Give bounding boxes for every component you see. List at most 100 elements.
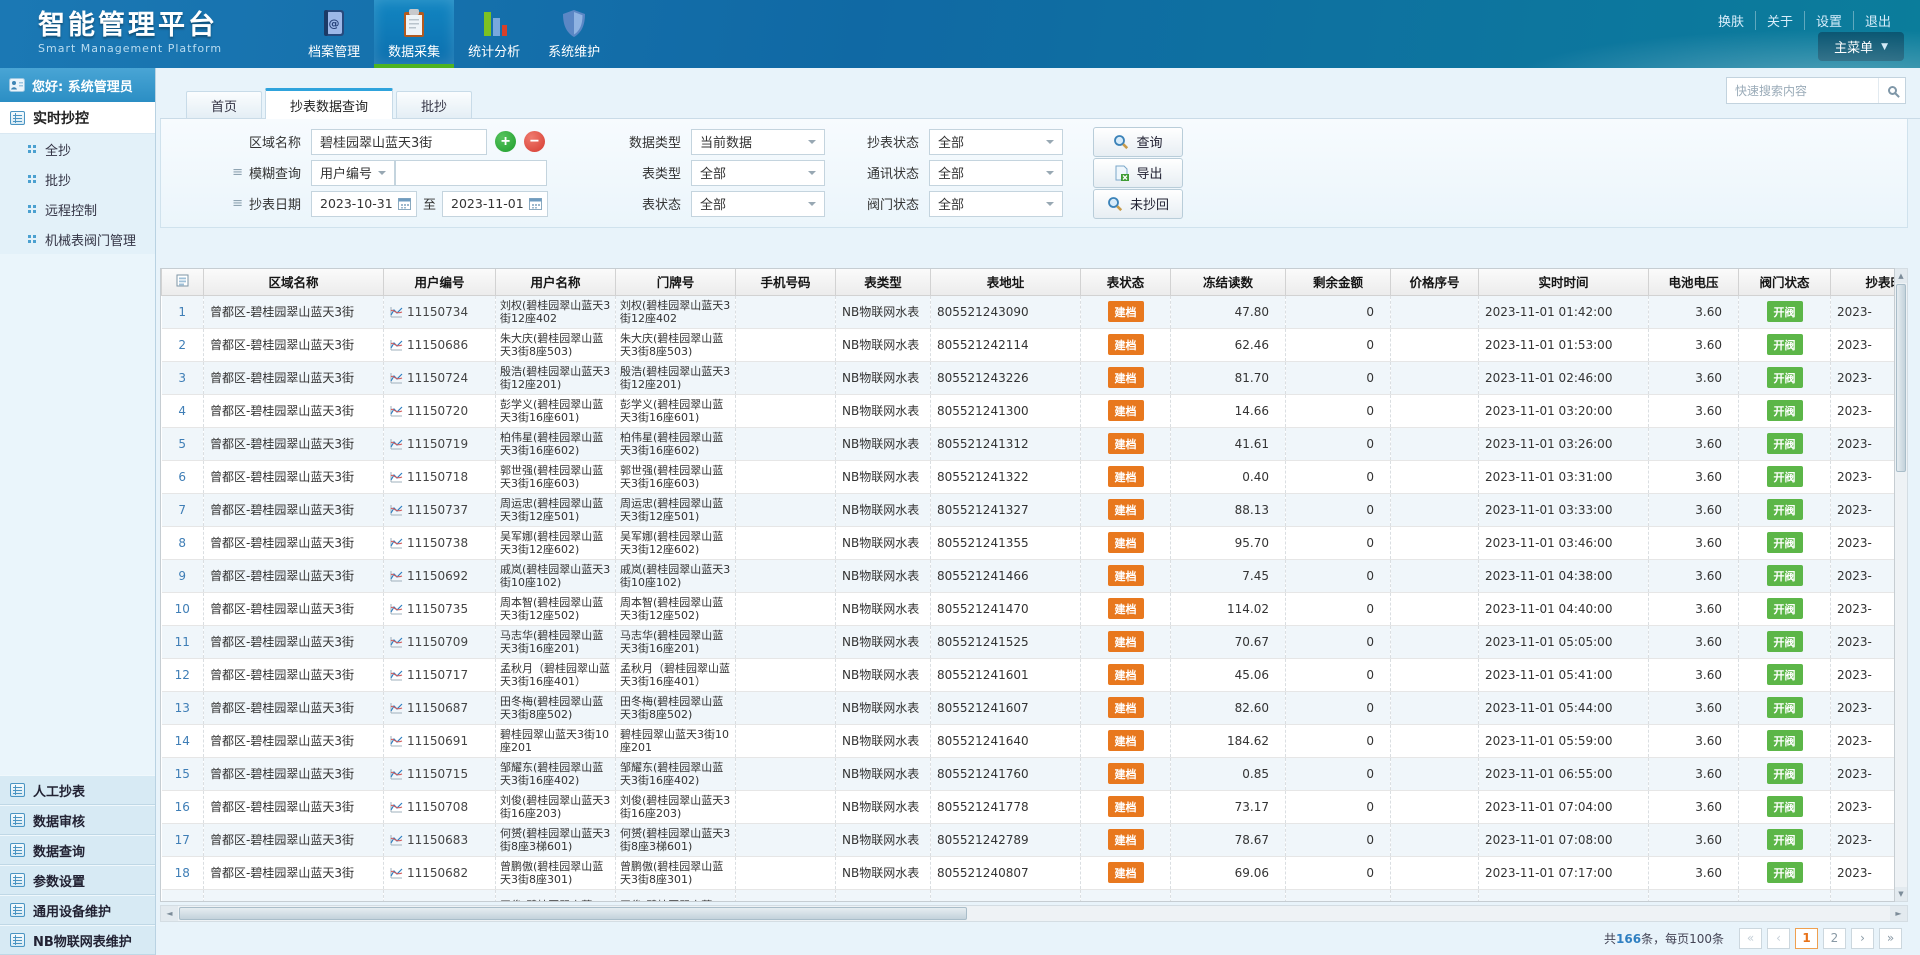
table-row[interactable]: 9曾都区-碧桂园翠山蓝天3街11150692戚岚(碧桂园翠山蓝天3街10座102… xyxy=(162,559,1896,592)
table-row[interactable]: 16曾都区-碧桂园翠山蓝天3街11150708刘俊(碧桂园翠山蓝天3街16座20… xyxy=(162,790,1896,823)
cell-meter-type xyxy=(836,889,931,902)
address-book-icon: @ xyxy=(320,6,348,38)
link-settings[interactable]: 设置 xyxy=(1804,11,1853,30)
sidebar-group-device-maintenance[interactable]: 通用设备维护 xyxy=(0,895,155,925)
table-row[interactable]: 2曾都区-碧桂园翠山蓝天3街11150686朱大庆(碧桂园翠山蓝天3街8座503… xyxy=(162,328,1896,361)
sidebar-group-realtime-reading[interactable]: 实时抄控 xyxy=(0,102,155,134)
meter-type-select[interactable]: 全部 xyxy=(691,160,825,186)
table-row[interactable]: 3曾都区-碧桂园翠山蓝天3街11150724殷浩(碧桂园翠山蓝天3街12座201… xyxy=(162,361,1896,394)
sidebar-item-batch-read[interactable]: 批抄 xyxy=(0,164,155,194)
tab-meter-data-query[interactable]: 抄表数据查询 xyxy=(265,88,393,119)
data-type-select[interactable]: 当前数据 xyxy=(691,129,825,155)
table-row[interactable]: 15曾都区-碧桂园翠山蓝天3街11150715邹耀东(碧桂园翠山蓝天3街16座4… xyxy=(162,757,1896,790)
sidebar-group-manual-reading[interactable]: 人工抄表 xyxy=(0,775,155,805)
table-row[interactable]: 王俊(碧桂园翠山蓝王俊(碧桂园翠山蓝 xyxy=(162,889,1896,902)
status-badge: 建档 xyxy=(1108,730,1144,751)
trend-chart-icon[interactable] xyxy=(390,867,403,879)
valve-state-select[interactable]: 全部 xyxy=(929,191,1063,217)
table-row[interactable]: 12曾都区-碧桂园翠山蓝天3街11150717孟秋月（碧桂园翠山蓝天3街16座4… xyxy=(162,658,1896,691)
sidebar-group-data-query[interactable]: 数据查询 xyxy=(0,835,155,865)
fuzzy-field-select[interactable]: 用户编号 xyxy=(311,160,395,186)
scroll-down-icon[interactable]: ▼ xyxy=(1895,887,1907,901)
add-area-button[interactable]: + xyxy=(495,131,516,152)
query-button[interactable]: 查询 xyxy=(1093,127,1183,157)
table-row[interactable]: 10曾都区-碧桂园翠山蓝天3街11150735周本智(碧桂园翠山蓝天3街12座5… xyxy=(162,592,1896,625)
date-to-input[interactable]: 2023-11-01 xyxy=(442,191,548,217)
sidebar-item-read-all[interactable]: 全抄 xyxy=(0,134,155,164)
trend-chart-icon[interactable] xyxy=(390,339,403,351)
tab-batch-read[interactable]: 批抄 xyxy=(396,91,472,118)
prev-page-button[interactable]: ‹ xyxy=(1767,928,1790,949)
sidebar-item-mechanical-valve[interactable]: 机械表阀门管理 xyxy=(0,224,155,254)
trend-chart-icon[interactable] xyxy=(390,768,403,780)
scroll-left-icon[interactable]: ◄ xyxy=(161,906,178,921)
trend-chart-icon[interactable] xyxy=(390,603,403,615)
vertical-scroll-thumb[interactable] xyxy=(1896,284,1906,472)
nav-item-data-collection[interactable]: 数据采集 xyxy=(374,0,454,68)
trend-chart-icon[interactable] xyxy=(390,306,403,318)
scroll-right-icon[interactable]: ► xyxy=(1890,906,1907,921)
trend-chart-icon[interactable] xyxy=(390,735,403,747)
search-input[interactable] xyxy=(1727,84,1878,98)
table-row[interactable]: 5曾都区-碧桂园翠山蓝天3街11150719柏伟星(碧桂园翠山蓝天3街16座60… xyxy=(162,427,1896,460)
trend-chart-icon[interactable] xyxy=(390,537,403,549)
table-row[interactable]: 13曾都区-碧桂园翠山蓝天3街11150687田冬梅(碧桂园翠山蓝天3街8座50… xyxy=(162,691,1896,724)
tab-home[interactable]: 首页 xyxy=(186,91,262,118)
table-row[interactable]: 4曾都区-碧桂园翠山蓝天3街11150720彭学义(碧桂园翠山蓝天3街16座60… xyxy=(162,394,1896,427)
search-button[interactable] xyxy=(1878,78,1905,103)
trend-chart-icon[interactable] xyxy=(390,570,403,582)
fuzzy-query-input[interactable] xyxy=(395,160,547,186)
trend-chart-icon[interactable] xyxy=(390,669,403,681)
nav-item-archive[interactable]: @ 档案管理 xyxy=(294,0,374,68)
horizontal-scroll-thumb[interactable] xyxy=(179,907,967,920)
trend-chart-icon[interactable] xyxy=(390,405,403,417)
meter-state-select[interactable]: 全部 xyxy=(691,191,825,217)
select-all-header[interactable] xyxy=(162,269,204,295)
table-row[interactable]: 8曾都区-碧桂园翠山蓝天3街11150738吴军娜(碧桂园翠山蓝天3街12座60… xyxy=(162,526,1896,559)
table-row[interactable]: 18曾都区-碧桂园翠山蓝天3街11150682曾鹏傲(碧桂园翠山蓝天3街8座30… xyxy=(162,856,1896,889)
trend-chart-icon[interactable] xyxy=(390,636,403,648)
nav-item-statistics[interactable]: 统计分析 xyxy=(454,0,534,68)
link-skin[interactable]: 换肤 xyxy=(1707,11,1755,30)
first-page-button[interactable]: « xyxy=(1739,928,1762,949)
scroll-up-icon[interactable]: ▲ xyxy=(1895,269,1907,283)
sidebar-item-remote-control[interactable]: 远程控制 xyxy=(0,194,155,224)
valve-badge: 开阀 xyxy=(1767,367,1803,388)
vertical-scrollbar[interactable]: ▲ ▼ xyxy=(1895,268,1908,902)
sidebar-group-nb-meter-maintenance[interactable]: NB物联网表维护 xyxy=(0,925,155,955)
horizontal-scroll-track[interactable] xyxy=(178,906,1890,921)
page-button-1[interactable]: 1 xyxy=(1795,928,1818,949)
unread-button[interactable]: 未抄回 xyxy=(1093,189,1183,219)
nav-item-maintenance[interactable]: 系统维护 xyxy=(534,0,614,68)
link-about[interactable]: 关于 xyxy=(1755,11,1804,30)
last-page-button[interactable]: » xyxy=(1879,928,1902,949)
table-row[interactable]: 17曾都区-碧桂园翠山蓝天3街11150683何赟(碧桂园翠山蓝天3街8座3梯6… xyxy=(162,823,1896,856)
trend-chart-icon[interactable] xyxy=(390,702,403,714)
table-row[interactable]: 6曾都区-碧桂园翠山蓝天3街11150718郭世强(碧桂园翠山蓝天3街16座60… xyxy=(162,460,1896,493)
trend-chart-icon[interactable] xyxy=(390,834,403,846)
page-button-2[interactable]: 2 xyxy=(1823,928,1846,949)
trend-chart-icon[interactable] xyxy=(390,801,403,813)
date-from-input[interactable]: 2023-10-31 xyxy=(311,191,417,217)
remove-area-button[interactable]: − xyxy=(524,131,545,152)
vertical-scroll-track[interactable] xyxy=(1895,283,1907,887)
trend-chart-icon[interactable] xyxy=(390,471,403,483)
trend-chart-icon[interactable] xyxy=(390,372,403,384)
table-row[interactable]: 1曾都区-碧桂园翠山蓝天3街11150734刘权(碧桂园翠山蓝天3街12座402… xyxy=(162,295,1896,328)
table-row[interactable]: 11曾都区-碧桂园翠山蓝天3街11150709马志华(碧桂园翠山蓝天3街16座2… xyxy=(162,625,1896,658)
cell-meter-address: 805521242789 xyxy=(931,823,1081,856)
link-logout[interactable]: 退出 xyxy=(1853,11,1902,30)
read-state-select[interactable]: 全部 xyxy=(929,129,1063,155)
area-name-input[interactable] xyxy=(311,129,487,155)
trend-chart-icon[interactable] xyxy=(390,438,403,450)
sidebar-group-data-audit[interactable]: 数据审核 xyxy=(0,805,155,835)
next-page-button[interactable]: › xyxy=(1851,928,1874,949)
table-row[interactable]: 7曾都区-碧桂园翠山蓝天3街11150737周运忠(碧桂园翠山蓝天3街12座50… xyxy=(162,493,1896,526)
trend-chart-icon[interactable] xyxy=(390,504,403,516)
sidebar-group-parameters[interactable]: 参数设置 xyxy=(0,865,155,895)
export-button[interactable]: 导出 xyxy=(1093,158,1183,188)
table-row[interactable]: 14曾都区-碧桂园翠山蓝天3街11150691碧桂园翠山蓝天3街10座201碧桂… xyxy=(162,724,1896,757)
horizontal-scrollbar[interactable]: ◄ ► xyxy=(160,905,1908,922)
main-menu-button[interactable]: 主菜单 ▼ xyxy=(1818,32,1904,61)
comm-state-select[interactable]: 全部 xyxy=(929,160,1063,186)
